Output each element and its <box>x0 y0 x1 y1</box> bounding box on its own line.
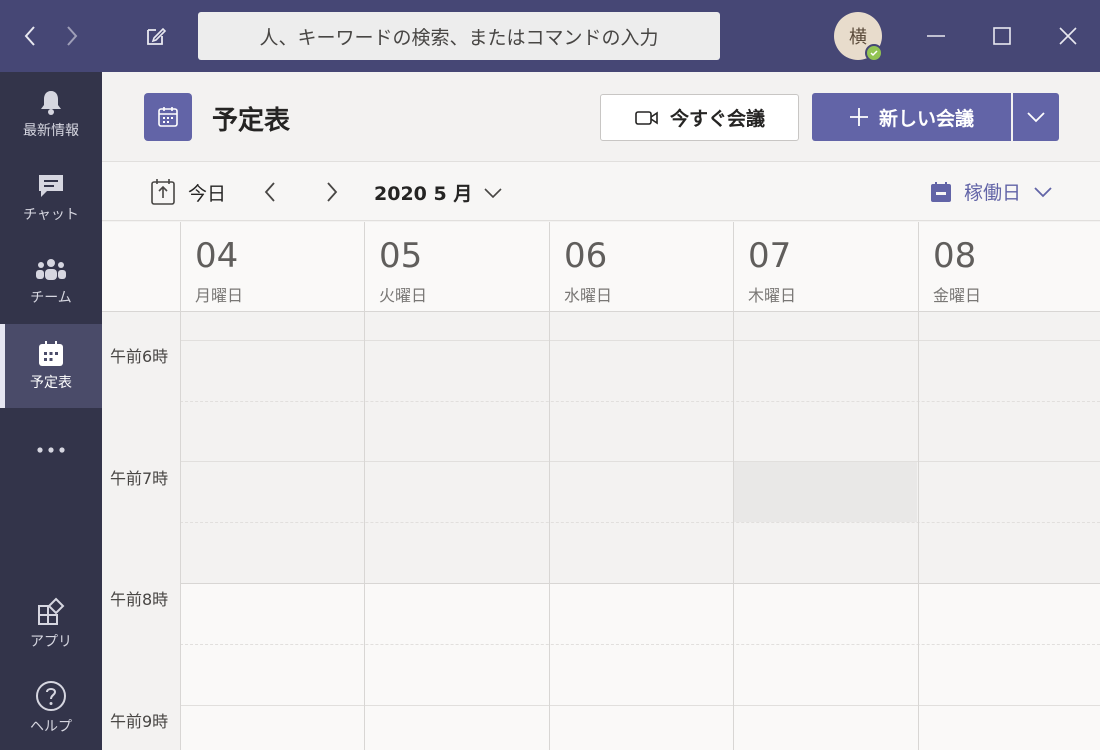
day-column[interactable] <box>364 312 549 750</box>
forward-button[interactable] <box>58 20 86 52</box>
calendar-view-icon <box>931 181 951 202</box>
rail-item-label: アプリ <box>30 634 72 650</box>
day-number: 06 <box>564 236 608 276</box>
meet-now-button[interactable]: 今すぐ会議 <box>600 94 799 141</box>
presence-available-icon <box>865 44 883 62</box>
rail-item-chat[interactable]: チャット <box>0 156 102 240</box>
rail-item-help[interactable]: ヘルプ <box>0 666 102 750</box>
chevron-down-icon <box>484 187 502 198</box>
bell-icon <box>41 91 61 115</box>
chevron-right-icon <box>327 182 338 202</box>
day-header: 06 水曜日 <box>549 222 733 312</box>
day-header: 05 火曜日 <box>364 222 549 312</box>
day-number: 04 <box>195 236 239 276</box>
chevron-down-icon <box>1034 186 1052 197</box>
day-number: 05 <box>379 236 423 276</box>
day-column[interactable] <box>180 312 364 750</box>
day-number: 07 <box>748 236 792 276</box>
rail-item-label: 最新情報 <box>23 123 79 139</box>
chevron-down-icon <box>1027 112 1045 123</box>
maximize-icon <box>993 27 1011 45</box>
new-meeting-label: 新しい会議 <box>878 107 974 130</box>
avatar-initial: 横 <box>849 27 867 48</box>
view-label: 稼働日 <box>964 182 1022 204</box>
day-column[interactable] <box>549 312 733 750</box>
rail-item-label: チャット <box>23 207 79 223</box>
rail-item-label: チーム <box>30 290 72 306</box>
time-label: 午前8時 <box>110 590 169 609</box>
day-name: 水曜日 <box>564 286 613 305</box>
video-camera-icon <box>635 110 658 125</box>
rail-item-apps[interactable]: アプリ <box>0 582 102 666</box>
chevron-left-icon <box>24 26 35 46</box>
month-label: 2020 5 月 <box>374 183 473 205</box>
day-number: 08 <box>933 236 977 276</box>
apps-icon <box>38 597 65 625</box>
page-title: 予定表 <box>212 106 291 136</box>
time-label: 午前7時 <box>110 469 169 488</box>
time-label: 午前6時 <box>110 347 169 366</box>
chevron-left-icon <box>264 182 275 202</box>
teams-icon <box>36 259 66 280</box>
plus-icon <box>849 108 868 126</box>
minimize-icon <box>927 35 945 37</box>
meet-now-label: 今すぐ会議 <box>669 108 765 130</box>
calendar-icon <box>158 107 178 127</box>
minimize-button[interactable] <box>918 20 954 52</box>
time-label: 午前9時 <box>110 712 169 731</box>
rail-item-activity[interactable]: 最新情報 <box>0 72 102 156</box>
close-icon <box>1059 27 1077 45</box>
today-icon <box>151 179 175 205</box>
page-icon <box>144 93 192 141</box>
maximize-button[interactable] <box>984 20 1020 52</box>
help-icon <box>36 681 66 711</box>
compose-button[interactable] <box>140 20 172 52</box>
rail-item-label: ヘルプ <box>30 719 72 735</box>
compose-icon <box>147 27 167 45</box>
day-name: 木曜日 <box>748 286 797 305</box>
rail-item-more[interactable] <box>0 408 102 492</box>
month-picker[interactable]: 2020 5 月 <box>374 179 502 206</box>
time-column <box>102 312 180 750</box>
search-input[interactable]: 人、キーワードの検索、またはコマンドの入力 <box>198 12 720 60</box>
chevron-right-icon <box>67 26 78 46</box>
rail-item-label: 予定表 <box>30 375 72 391</box>
rail-item-calendar[interactable]: 予定表 <box>0 324 102 408</box>
day-header: 04 月曜日 <box>180 222 364 312</box>
day-column[interactable] <box>918 312 1100 750</box>
day-column[interactable] <box>733 312 918 750</box>
back-button[interactable] <box>16 20 44 52</box>
today-button[interactable]: 今日 <box>150 178 226 206</box>
day-header: 07 木曜日 <box>733 222 918 312</box>
day-name: 金曜日 <box>933 286 982 305</box>
new-meeting-dropdown-button[interactable] <box>1013 93 1059 141</box>
today-label: 今日 <box>188 182 227 205</box>
day-name: 火曜日 <box>379 286 428 305</box>
next-week-button[interactable] <box>320 178 344 206</box>
search-placeholder: 人、キーワードの検索、またはコマンドの入力 <box>259 26 659 49</box>
rail-item-teams[interactable]: チーム <box>0 240 102 324</box>
previous-week-button[interactable] <box>258 178 282 206</box>
view-switcher[interactable]: 稼働日 <box>930 178 1053 205</box>
more-icon <box>37 447 65 453</box>
close-button[interactable] <box>1050 20 1086 52</box>
calendar-icon <box>39 341 63 366</box>
new-meeting-button[interactable]: 新しい会議 <box>812 93 1011 141</box>
day-name: 月曜日 <box>195 286 244 305</box>
chat-icon <box>39 175 63 197</box>
day-header: 08 金曜日 <box>918 222 1100 312</box>
